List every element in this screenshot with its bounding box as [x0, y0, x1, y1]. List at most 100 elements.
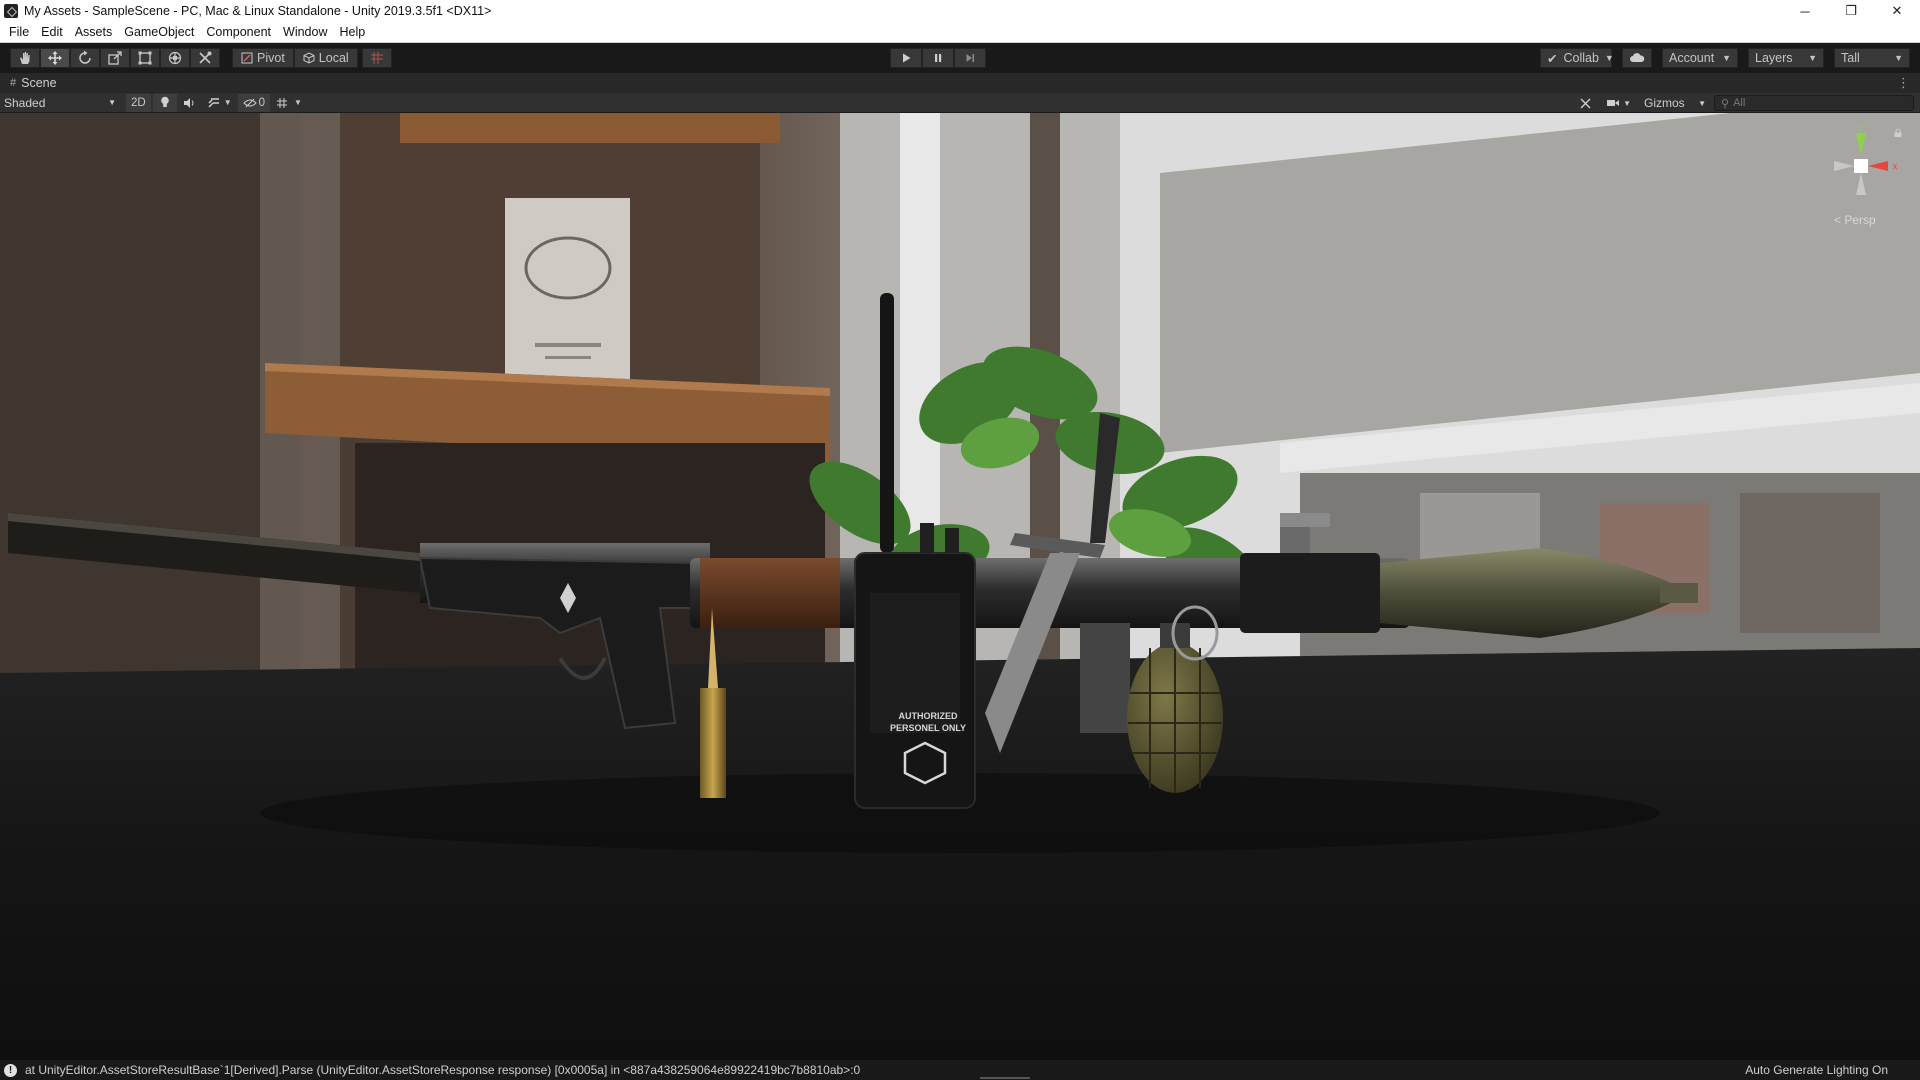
- scene-toolbar: Shaded ▼ 2D ▼ 0 ▼ ▼ Gizmos ▼ ⚲ All: [0, 93, 1920, 113]
- hand-tool-button[interactable]: [10, 48, 40, 68]
- local-cube-icon: [303, 52, 315, 64]
- tab-scene[interactable]: # Scene: [0, 76, 67, 90]
- scene-render: AUTHORIZED PERSONEL ONLY: [0, 113, 1920, 1060]
- window-controls: ─ ❐ ✕: [1782, 0, 1920, 22]
- grid-dropdown[interactable]: ▼: [271, 94, 307, 112]
- camera-icon: [1607, 100, 1620, 106]
- playback-controls: [890, 48, 986, 68]
- gizmos-label: Gizmos: [1644, 96, 1685, 110]
- transform-tools: [10, 48, 220, 68]
- camera-mode-label[interactable]: < Persp: [1834, 213, 1876, 227]
- rect-tool-button[interactable]: [130, 48, 160, 68]
- menu-file[interactable]: File: [3, 25, 35, 39]
- collab-dropdown[interactable]: ✔ Collab ▼: [1540, 48, 1614, 68]
- move-tool-button[interactable]: [40, 48, 70, 68]
- radio-label-line1: AUTHORIZED: [899, 711, 958, 721]
- pause-button[interactable]: [922, 48, 954, 68]
- layers-dropdown[interactable]: Layers ▼: [1748, 48, 1824, 68]
- window-title: My Assets - SampleScene - PC, Mac & Linu…: [24, 4, 492, 18]
- account-label: Account: [1669, 51, 1715, 65]
- cloud-icon: [1630, 53, 1645, 62]
- scene-toolbar-right: ▼ Gizmos ▼ ⚲ All: [1573, 94, 1914, 112]
- lighting-status[interactable]: Auto Generate Lighting On: [1745, 1063, 1888, 1077]
- progress-indicator: [980, 1077, 1030, 1079]
- speaker-icon: [184, 97, 194, 108]
- local-toggle[interactable]: Local: [293, 48, 358, 68]
- collab-label: Collab: [1563, 51, 1599, 65]
- lightbulb-icon: [160, 96, 169, 107]
- gizmo-x-label: x: [1893, 161, 1898, 171]
- radio-label-line2: PERSONEL ONLY: [890, 723, 966, 733]
- layers-label: Layers: [1755, 51, 1793, 65]
- cloud-button[interactable]: [1622, 48, 1652, 68]
- lock-icon[interactable]: [1894, 129, 1902, 137]
- scale-tool-button[interactable]: [100, 48, 130, 68]
- custom-tool-button[interactable]: [190, 48, 220, 68]
- pivot-group: Pivot Local: [232, 48, 392, 68]
- menu-edit[interactable]: Edit: [35, 25, 69, 39]
- menu-gameobject[interactable]: GameObject: [118, 25, 200, 39]
- shading-mode-dropdown[interactable]: Shaded ▼: [0, 94, 120, 112]
- effects-icon: [208, 97, 219, 108]
- lighting-toggle[interactable]: [152, 93, 177, 112]
- grid-icon: [277, 97, 288, 108]
- pivot-icon: [241, 52, 253, 64]
- camera-mode-text: Persp: [1844, 213, 1876, 227]
- grid-icon: #: [10, 77, 17, 89]
- menu-bar: File Edit Assets GameObject Component Wi…: [0, 22, 1920, 43]
- search-icon: ⚲: [1721, 97, 1730, 110]
- pivot-toggle[interactable]: Pivot: [232, 48, 294, 68]
- scene-tools-button[interactable]: [1573, 94, 1597, 112]
- scene-viewport[interactable]: AUTHORIZED PERSONEL ONLY y x < Persp: [0, 113, 1920, 1060]
- chevron-down-icon: ▼: [223, 98, 232, 107]
- scene-tab-bar: # Scene ⋮: [0, 73, 1920, 93]
- console-message[interactable]: at UnityEditor.AssetStoreResultBase`1[De…: [25, 1063, 860, 1077]
- search-placeholder: All: [1733, 97, 1746, 109]
- close-button[interactable]: ✕: [1874, 0, 1920, 22]
- play-button[interactable]: [890, 48, 922, 68]
- rotate-icon: [79, 50, 91, 64]
- unity-logo-icon: [4, 4, 18, 18]
- menu-help[interactable]: Help: [333, 25, 371, 39]
- rotate-tool-button[interactable]: [70, 48, 100, 68]
- chevron-down-icon: ▼: [1623, 98, 1631, 108]
- menu-window[interactable]: Window: [277, 25, 333, 39]
- gizmo-y-label: y: [1859, 122, 1864, 132]
- restore-button[interactable]: ❐: [1828, 0, 1874, 22]
- more-options-icon[interactable]: ⋮: [1897, 75, 1910, 91]
- shading-mode-label: Shaded: [4, 95, 46, 110]
- transform-combined-icon: [168, 51, 182, 65]
- camera-settings-dropdown[interactable]: ▼: [1601, 94, 1636, 112]
- tools-icon: [199, 51, 212, 64]
- chevron-down-icon: ▼: [1698, 98, 1706, 108]
- menu-component[interactable]: Component: [200, 25, 277, 39]
- toggle-2d-button[interactable]: 2D: [126, 93, 151, 112]
- layout-dropdown[interactable]: Tall ▼: [1834, 48, 1910, 68]
- audio-toggle[interactable]: [178, 94, 202, 112]
- local-label: Local: [318, 51, 349, 65]
- account-dropdown[interactable]: Account ▼: [1662, 48, 1738, 68]
- transform-tool-button[interactable]: [160, 48, 190, 68]
- eye-slash-icon: [242, 98, 257, 107]
- warning-icon[interactable]: !: [4, 1063, 17, 1077]
- chevron-down-icon: ▼: [1894, 53, 1903, 63]
- effects-dropdown[interactable]: ▼: [202, 94, 237, 112]
- minimize-button[interactable]: ─: [1782, 0, 1828, 22]
- chevron-down-icon: ▼: [1722, 53, 1731, 63]
- orientation-gizmo[interactable]: y x < Persp: [1816, 121, 1906, 231]
- toolbar-right: ✔ Collab ▼ Account ▼ Layers ▼ Tall ▼: [1540, 48, 1910, 68]
- grid-snap-icon: [370, 52, 383, 64]
- title-bar: My Assets - SampleScene - PC, Mac & Linu…: [0, 0, 1920, 22]
- step-button[interactable]: [954, 48, 986, 68]
- gizmos-dropdown[interactable]: Gizmos ▼: [1640, 94, 1710, 112]
- scale-icon: [108, 51, 122, 65]
- pause-icon: [935, 54, 942, 62]
- hidden-objects-toggle[interactable]: 0: [237, 93, 271, 112]
- chevron-down-icon: ▼: [108, 98, 116, 107]
- scene-search-input[interactable]: ⚲ All: [1714, 95, 1914, 111]
- hidden-count: 0: [258, 96, 266, 109]
- snap-increment-button[interactable]: [361, 48, 392, 68]
- menu-assets[interactable]: Assets: [69, 25, 119, 39]
- chevron-down-icon: ▼: [294, 98, 302, 107]
- play-icon: [903, 53, 911, 63]
